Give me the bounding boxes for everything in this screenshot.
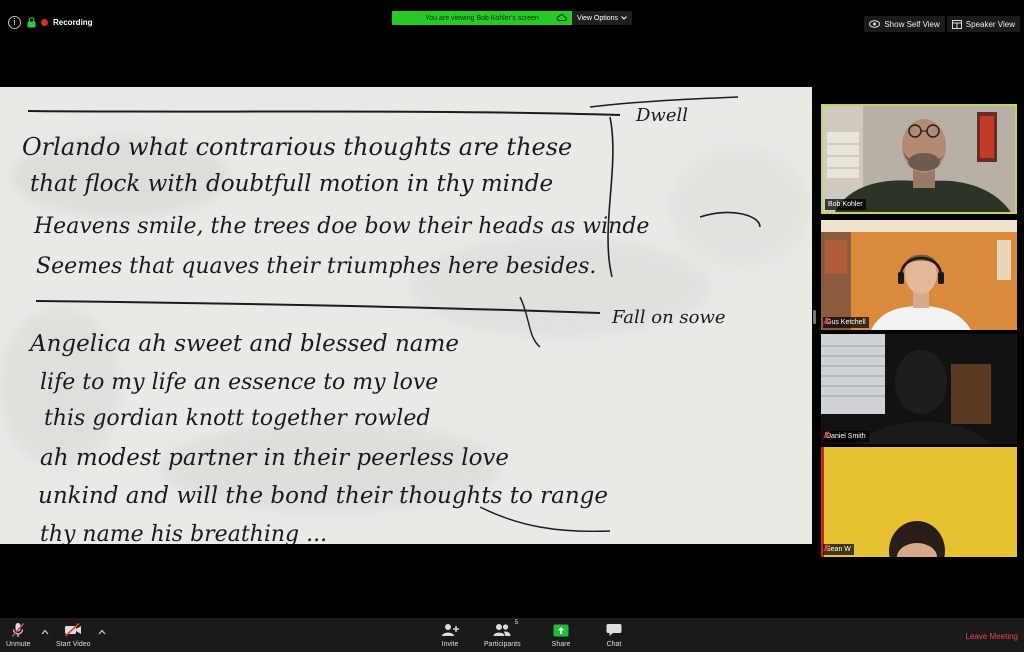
manuscript-line-2: that flock with doubtfull motion in thy … bbox=[30, 171, 553, 197]
manuscript-line-4: Seemes that quaves their triumphes here … bbox=[36, 254, 596, 279]
participant-tile-daniel-smith[interactable]: Daniel Smith bbox=[821, 334, 1017, 444]
margin-note-2: Fall on sowe bbox=[611, 307, 726, 328]
participant-name-tag: Bob Kohler bbox=[825, 199, 866, 210]
top-bar: i Recording You are viewing Bob Kohler's… bbox=[0, 0, 1024, 34]
participants-button[interactable]: 5 Participants bbox=[484, 619, 521, 648]
muted-mic-icon bbox=[823, 544, 830, 552]
participant-video bbox=[823, 106, 1015, 212]
grid-icon bbox=[951, 19, 962, 29]
invite-label: Invite bbox=[441, 641, 459, 648]
manuscript-image: Orlando what contrarious thoughts are th… bbox=[0, 87, 812, 544]
recording-label: Recording bbox=[53, 18, 93, 27]
manuscript-line-3: Heavens smile, the trees doe bow their h… bbox=[33, 214, 649, 239]
share-banner-text: You are viewing Bob Kohler's screen bbox=[425, 14, 539, 22]
participant-tile-bob-kohler[interactable]: Bob Kohler bbox=[821, 104, 1017, 214]
speaker-view-label: Speaker View bbox=[965, 19, 1015, 29]
show-self-view-label: Show Self View bbox=[884, 19, 940, 29]
view-controls: Show Self View Speaker View bbox=[864, 16, 1020, 32]
participant-name-tag: Daniel Smith bbox=[823, 431, 869, 442]
lock-icon[interactable] bbox=[26, 17, 36, 29]
margin-note-1: Dwell bbox=[635, 105, 688, 126]
participant-name: Bob Kohler bbox=[828, 201, 863, 208]
manuscript-line-10: thy name his breathing ... bbox=[40, 522, 327, 544]
speaker-view-button[interactable]: Speaker View bbox=[946, 16, 1020, 32]
eye-icon bbox=[869, 20, 881, 28]
start-video-button[interactable]: Start Video bbox=[56, 622, 91, 648]
shared-screen[interactable]: Orlando what contrarious thoughts are th… bbox=[0, 87, 812, 544]
manuscript-line-7: this gordian knott together rowled bbox=[44, 406, 430, 431]
add-person-icon bbox=[442, 624, 459, 636]
show-self-view-button[interactable]: Show Self View bbox=[864, 16, 945, 32]
info-icon[interactable]: i bbox=[8, 16, 21, 29]
leave-meeting-button[interactable]: Leave Meeting bbox=[966, 632, 1018, 641]
participant-name-tag: Sean W bbox=[823, 544, 854, 555]
participant-video bbox=[821, 334, 1017, 444]
unmute-label: Unmute bbox=[6, 641, 31, 648]
muted-mic-icon bbox=[823, 317, 830, 325]
screen-share-banner: You are viewing Bob Kohler's screen bbox=[392, 11, 572, 25]
participant-name: Daniel Smith bbox=[826, 433, 866, 440]
meeting-status: i Recording bbox=[8, 16, 93, 29]
chat-button[interactable]: Chat bbox=[604, 622, 624, 648]
chat-bubble-icon bbox=[606, 624, 622, 636]
manuscript-line-8: ah modest partner in their peerless love bbox=[40, 445, 509, 471]
view-options-label: View Options bbox=[576, 14, 619, 22]
audio-options-caret-icon[interactable] bbox=[40, 628, 50, 636]
participant-video bbox=[821, 220, 1017, 330]
manuscript-line-5: Angelica ah sweet and blessed name bbox=[28, 331, 459, 357]
invite-button[interactable]: Invite bbox=[440, 622, 460, 648]
start-video-label: Start Video bbox=[56, 641, 91, 648]
participants-label: Participants bbox=[484, 641, 521, 648]
share-label: Share bbox=[551, 641, 571, 648]
video-options-caret-icon[interactable] bbox=[97, 628, 107, 636]
manuscript-line-1: Orlando what contrarious thoughts are th… bbox=[22, 133, 572, 161]
share-screen-icon bbox=[553, 624, 569, 636]
participant-name-tag: Gus Ketchell bbox=[823, 317, 869, 328]
share-screen-button[interactable]: Share bbox=[551, 622, 571, 648]
panel-resize-handle[interactable] bbox=[813, 310, 816, 324]
participant-video bbox=[821, 447, 1017, 557]
participant-name: Gus Ketchell bbox=[826, 319, 866, 326]
participant-tile-gus-ketchell[interactable]: Gus Ketchell bbox=[821, 220, 1017, 330]
recording-dot-icon bbox=[41, 19, 48, 26]
chat-label: Chat bbox=[606, 641, 622, 648]
manuscript-line-6: life to my life an essence to my love bbox=[40, 370, 438, 395]
meeting-toolbar: Unmute Start Video Invite 5 Participants… bbox=[0, 618, 1024, 652]
video-off-icon bbox=[65, 623, 82, 637]
chevron-down-icon bbox=[621, 16, 627, 20]
unmute-button[interactable]: Unmute bbox=[6, 622, 31, 648]
view-options-button[interactable]: View Options bbox=[572, 11, 632, 25]
participants-icon bbox=[493, 624, 511, 636]
muted-mic-icon bbox=[823, 431, 830, 439]
muted-mic-icon bbox=[12, 622, 25, 638]
participant-tile-sean-w[interactable]: Sean W bbox=[821, 447, 1017, 557]
participants-count: 5 bbox=[514, 619, 519, 626]
manuscript-line-9: unkind and will the bond their thoughts … bbox=[38, 483, 608, 509]
cloud-icon bbox=[556, 14, 567, 21]
